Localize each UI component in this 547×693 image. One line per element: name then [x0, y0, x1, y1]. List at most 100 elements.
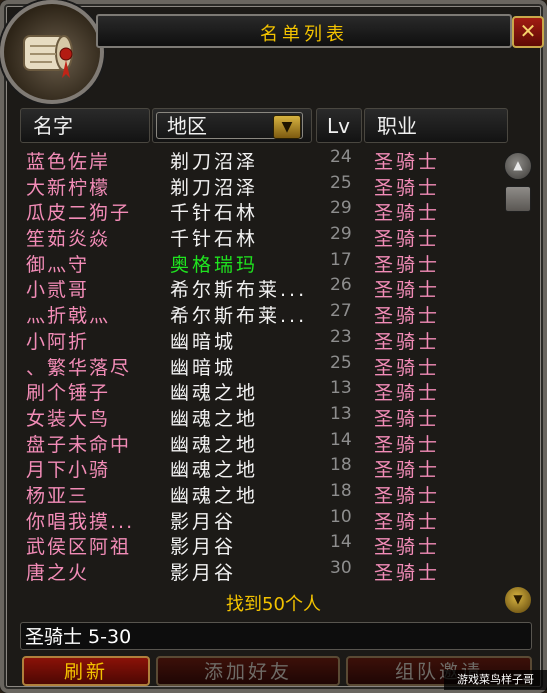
- player-row[interactable]: 杨亚三 幽魂之地 18 圣骑士: [24, 480, 500, 507]
- column-header-zone[interactable]: 地区 ▼: [152, 108, 312, 143]
- player-name: 蓝色佐岸: [26, 151, 111, 173]
- column-header-class[interactable]: 职业: [364, 108, 508, 143]
- player-class: 圣骑士: [374, 433, 441, 456]
- player-name: 唐之火: [26, 562, 90, 584]
- results-number: 50: [262, 594, 285, 615]
- player-name: 小阿折: [26, 330, 90, 353]
- player-class: 圣骑士: [374, 202, 441, 225]
- add-friend-button[interactable]: 添加好友: [156, 656, 340, 686]
- player-name: 杨亚三: [26, 484, 90, 507]
- column-header-class-label: 职业: [377, 114, 417, 138]
- portrait-scroll-icon: [0, 0, 104, 104]
- player-name: 御灬守: [26, 253, 90, 276]
- player-name: 灬折戟灬: [26, 305, 111, 328]
- player-name: 女装大鸟: [26, 407, 111, 430]
- player-class: 圣骑士: [374, 330, 441, 353]
- player-zone: 幽暗城: [170, 356, 237, 379]
- player-class: 圣骑士: [374, 305, 441, 328]
- player-name: 武侯区阿祖: [26, 536, 132, 559]
- player-level: 25: [330, 172, 352, 193]
- player-zone: 幽魂之地: [170, 407, 259, 430]
- player-row[interactable]: 蓝色佐岸 剃刀沼泽 24 圣骑士: [24, 146, 500, 173]
- player-zone: 千针石林: [170, 202, 259, 225]
- player-level: 25: [330, 352, 352, 373]
- player-class: 圣骑士: [374, 536, 441, 559]
- player-list: 蓝色佐岸 剃刀沼泽 24 圣骑士 大新柠檬 剃刀沼泽 25 圣骑士 瓜皮二狗子 千针石林 29 圣骑士…: [24, 146, 500, 584]
- player-row[interactable]: 瓜皮二狗子 千针石林 29 圣骑士: [24, 197, 500, 225]
- player-zone: 希尔斯布莱...: [170, 279, 308, 302]
- player-level: 10: [330, 506, 352, 527]
- player-class: 圣骑士: [374, 356, 441, 379]
- player-level: 14: [330, 429, 352, 450]
- player-level: 18: [330, 455, 352, 476]
- player-row[interactable]: 小贰哥 希尔斯布莱... 26 圣骑士: [24, 274, 500, 302]
- player-level: 17: [330, 249, 352, 270]
- player-class: 圣骑士: [374, 228, 441, 251]
- column-header-level-label: Lv: [327, 114, 350, 138]
- player-zone: 剃刀沼泽: [170, 176, 259, 199]
- player-row[interactable]: 月下小骑 幽魂之地 18 圣骑士: [24, 454, 500, 482]
- refresh-button[interactable]: 刷新: [22, 656, 150, 686]
- player-name: 你唱我摸...: [26, 510, 135, 533]
- player-level: 24: [330, 147, 352, 167]
- dropdown-arrow-icon[interactable]: ▼: [273, 115, 301, 139]
- player-class: 圣骑士: [374, 253, 441, 276]
- player-zone: 幽暗城: [170, 330, 237, 353]
- player-row[interactable]: 盘子未命中 幽魂之地 14 圣骑士: [24, 429, 500, 456]
- player-zone: 影月谷: [170, 536, 237, 559]
- column-header-level[interactable]: Lv: [316, 108, 362, 143]
- player-level: 14: [330, 532, 352, 553]
- player-zone: 影月谷: [170, 562, 237, 584]
- who-list-window: 名单列表 ✕ 名字 地区 ▼ Lv 职业 蓝色佐岸 剃刀沼泽 24 圣骑士 大新柠檬 剃刀…: [0, 0, 547, 693]
- results-count: 找到50个人: [0, 590, 547, 616]
- search-input[interactable]: 圣骑士 5-30: [20, 622, 532, 650]
- column-header-name[interactable]: 名字: [20, 108, 150, 143]
- title-bar[interactable]: 名单列表: [96, 14, 512, 48]
- player-zone: 幽魂之地: [170, 382, 259, 405]
- window-title: 名单列表: [260, 24, 348, 45]
- player-class: 圣骑士: [374, 510, 441, 533]
- player-row[interactable]: 你唱我摸... 影月谷 10 圣骑士: [24, 506, 500, 533]
- player-class: 圣骑士: [374, 279, 441, 302]
- player-row[interactable]: 御灬守 奥格瑞玛 17 圣骑士: [24, 249, 500, 276]
- player-level: 23: [330, 326, 352, 347]
- player-zone: 千针石林: [170, 228, 259, 251]
- player-zone: 幽魂之地: [170, 433, 259, 456]
- player-name: 刷个锤子: [26, 382, 111, 405]
- player-level: 29: [330, 198, 352, 219]
- scroll-up-icon[interactable]: ▲: [504, 152, 532, 180]
- player-name: 大新柠檬: [26, 176, 111, 199]
- player-name: 笙茹炎焱: [26, 228, 111, 251]
- player-zone: 幽魂之地: [170, 484, 259, 507]
- player-row[interactable]: 、繁华落尽 幽暗城 25 圣骑士: [24, 352, 500, 379]
- player-row[interactable]: 唐之火 影月谷 30 圣骑士: [24, 557, 500, 584]
- player-row[interactable]: 笙茹炎焱 千针石林 29 圣骑士: [24, 223, 500, 251]
- player-class: 圣骑士: [374, 484, 441, 507]
- player-name: 瓜皮二狗子: [26, 202, 132, 225]
- close-icon[interactable]: ✕: [512, 16, 544, 48]
- player-row[interactable]: 女装大鸟 幽魂之地 13 圣骑士: [24, 403, 500, 430]
- player-zone: 影月谷: [170, 510, 237, 533]
- player-level: 27: [330, 301, 352, 322]
- results-prefix: 找到: [226, 594, 263, 615]
- player-row[interactable]: 小阿折 幽暗城 23 圣骑士: [24, 326, 500, 353]
- player-class: 圣骑士: [374, 407, 441, 430]
- player-zone: 奥格瑞玛: [170, 253, 259, 276]
- scrollbar[interactable]: ▲ ▼: [504, 148, 532, 614]
- player-row[interactable]: 灬折戟灬 希尔斯布莱... 27 圣骑士: [24, 300, 500, 328]
- player-level: 26: [330, 275, 352, 296]
- player-zone: 幽魂之地: [170, 459, 259, 482]
- player-row[interactable]: 刷个锤子 幽魂之地 13 圣骑士: [24, 377, 500, 405]
- player-row[interactable]: 武侯区阿祖 影月谷 14 圣骑士: [24, 531, 500, 559]
- player-row[interactable]: 大新柠檬 剃刀沼泽 25 圣骑士: [24, 172, 500, 199]
- scrollbar-thumb[interactable]: [505, 186, 531, 212]
- player-class: 圣骑士: [374, 151, 441, 173]
- player-name: 、繁华落尽: [26, 356, 132, 379]
- player-name: 月下小骑: [26, 459, 111, 482]
- player-level: 13: [330, 378, 352, 399]
- player-level: 29: [330, 224, 352, 245]
- player-zone: 希尔斯布莱...: [170, 305, 308, 328]
- player-class: 圣骑士: [374, 176, 441, 199]
- results-suffix: 个人: [284, 594, 321, 615]
- column-header-name-label: 名字: [33, 114, 73, 138]
